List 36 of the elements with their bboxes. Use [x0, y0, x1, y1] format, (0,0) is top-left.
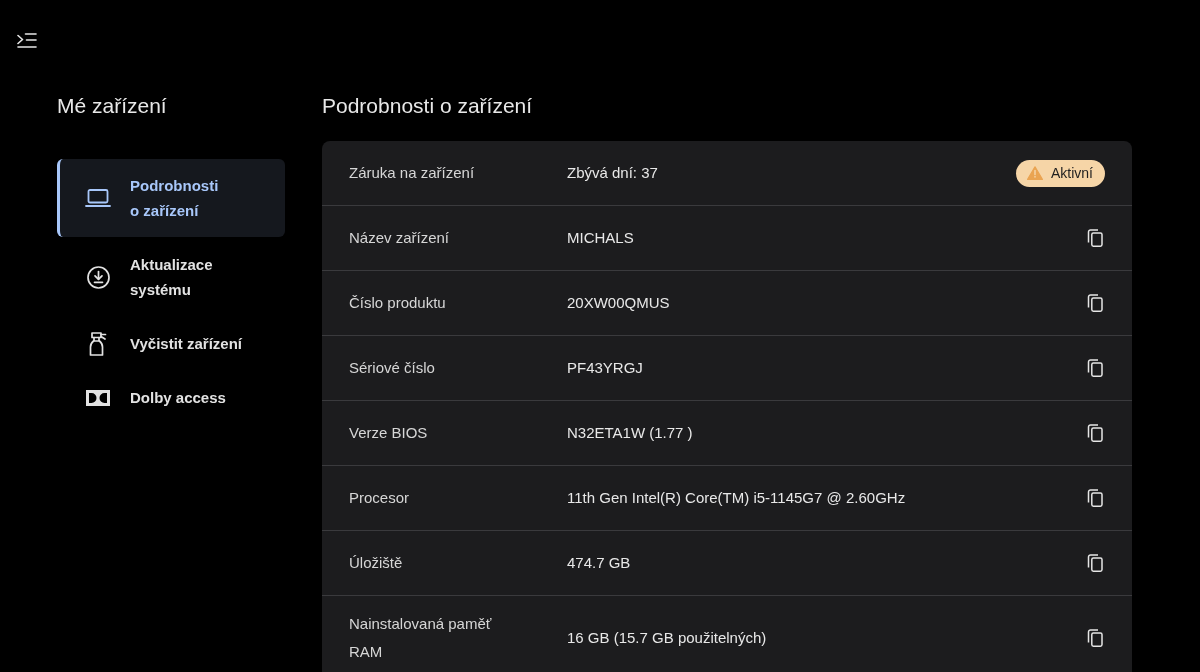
field-label: Číslo produktu — [349, 293, 446, 313]
copy-icon[interactable] — [1087, 294, 1103, 312]
field-label: Úložiště — [349, 553, 403, 573]
sidebar-item[interactable]: Vyčistit zařízení — [57, 317, 285, 370]
sidebar-item[interactable]: Podrobnosti o zařízení — [57, 159, 285, 237]
double-d-icon — [86, 389, 110, 406]
copy-icon[interactable] — [1087, 554, 1103, 572]
download-icon — [86, 265, 110, 289]
field-label: Sériové číslo — [349, 358, 435, 378]
page-title: Podrobnosti o zařízení — [322, 93, 533, 119]
field-label: Procesor — [349, 488, 410, 508]
field-value: N32ETA1W (1.77 ) — [567, 423, 693, 443]
status-label: Aktivní — [1051, 164, 1093, 182]
field-value: 474.7 GB — [567, 553, 631, 573]
field-label: Verze BIOS — [349, 423, 428, 443]
field-label: Nainstalovaná paměť RAM — [349, 614, 493, 662]
copy-icon[interactable] — [1087, 359, 1103, 377]
copy-icon[interactable] — [1087, 629, 1103, 647]
warning-icon — [1027, 166, 1043, 180]
field-value: 16 GB (15.7 GB použitelných) — [567, 628, 767, 648]
copy-icon[interactable] — [1087, 229, 1103, 247]
sidebar-item[interactable]: Dolby access — [57, 371, 285, 424]
sidebar-title: Mé zařízení — [57, 93, 167, 119]
spray-bottle-icon — [89, 331, 107, 356]
field-value: 11th Gen Intel(R) Core(TM) i5-1145G7 @ 2.60GHz — [567, 488, 906, 508]
copy-icon[interactable] — [1087, 489, 1103, 507]
field-value: 20XW00QMUS — [567, 293, 670, 313]
field-value: Zbývá dní: 37 — [567, 163, 658, 183]
field-label: Název zařízení — [349, 228, 450, 248]
laptop-icon — [85, 189, 111, 207]
field-value: MICHALS — [567, 228, 634, 248]
field-value: PF43YRGJ — [567, 358, 643, 378]
menu-icon[interactable] — [17, 33, 37, 48]
field-label: Záruka na zařízení — [349, 163, 475, 183]
copy-icon[interactable] — [1087, 424, 1103, 442]
sidebar-item[interactable]: Aktualizace systému — [57, 238, 285, 316]
